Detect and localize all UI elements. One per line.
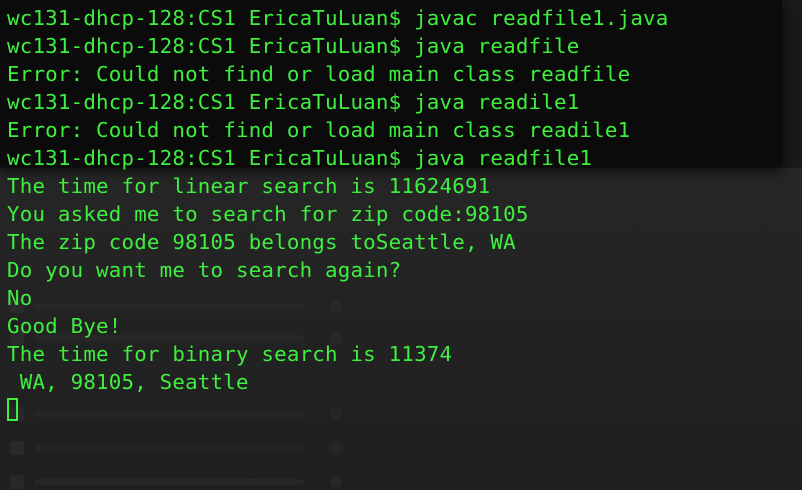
output-line: The time for linear search is 11624691 bbox=[7, 174, 491, 198]
terminal-cursor[interactable] bbox=[7, 398, 18, 421]
output-line: Good Bye! bbox=[7, 314, 122, 338]
background-list-row bbox=[0, 472, 360, 490]
terminal-output: wc131-dhcp-128:CS1 EricaTuLuan$ javac re… bbox=[7, 4, 668, 424]
terminal-window[interactable]: wc131-dhcp-128:CS1 EricaTuLuan$ javac re… bbox=[0, 0, 802, 490]
output-line: You asked me to search for zip code:9810… bbox=[7, 202, 529, 226]
error-line: Error: Could not find or load main class… bbox=[7, 62, 631, 86]
cursor-line[interactable] bbox=[7, 396, 668, 424]
error-line: Error: Could not find or load main class… bbox=[7, 118, 631, 142]
prompt-line: wc131-dhcp-128:CS1 EricaTuLuan$ java rea… bbox=[7, 34, 580, 58]
input-line: No bbox=[7, 286, 33, 310]
output-line: WA, 98105, Seattle bbox=[7, 370, 249, 394]
output-line: The zip code 98105 belongs toSeattle, WA bbox=[7, 230, 516, 254]
output-line: Do you want me to search again? bbox=[7, 258, 402, 282]
prompt-line: wc131-dhcp-128:CS1 EricaTuLuan$ java rea… bbox=[7, 90, 580, 114]
prompt-line: wc131-dhcp-128:CS1 EricaTuLuan$ javac re… bbox=[7, 6, 669, 30]
background-list-row bbox=[0, 438, 360, 458]
prompt-line: wc131-dhcp-128:CS1 EricaTuLuan$ java rea… bbox=[7, 146, 593, 170]
output-line: The time for binary search is 11374 bbox=[7, 342, 453, 366]
